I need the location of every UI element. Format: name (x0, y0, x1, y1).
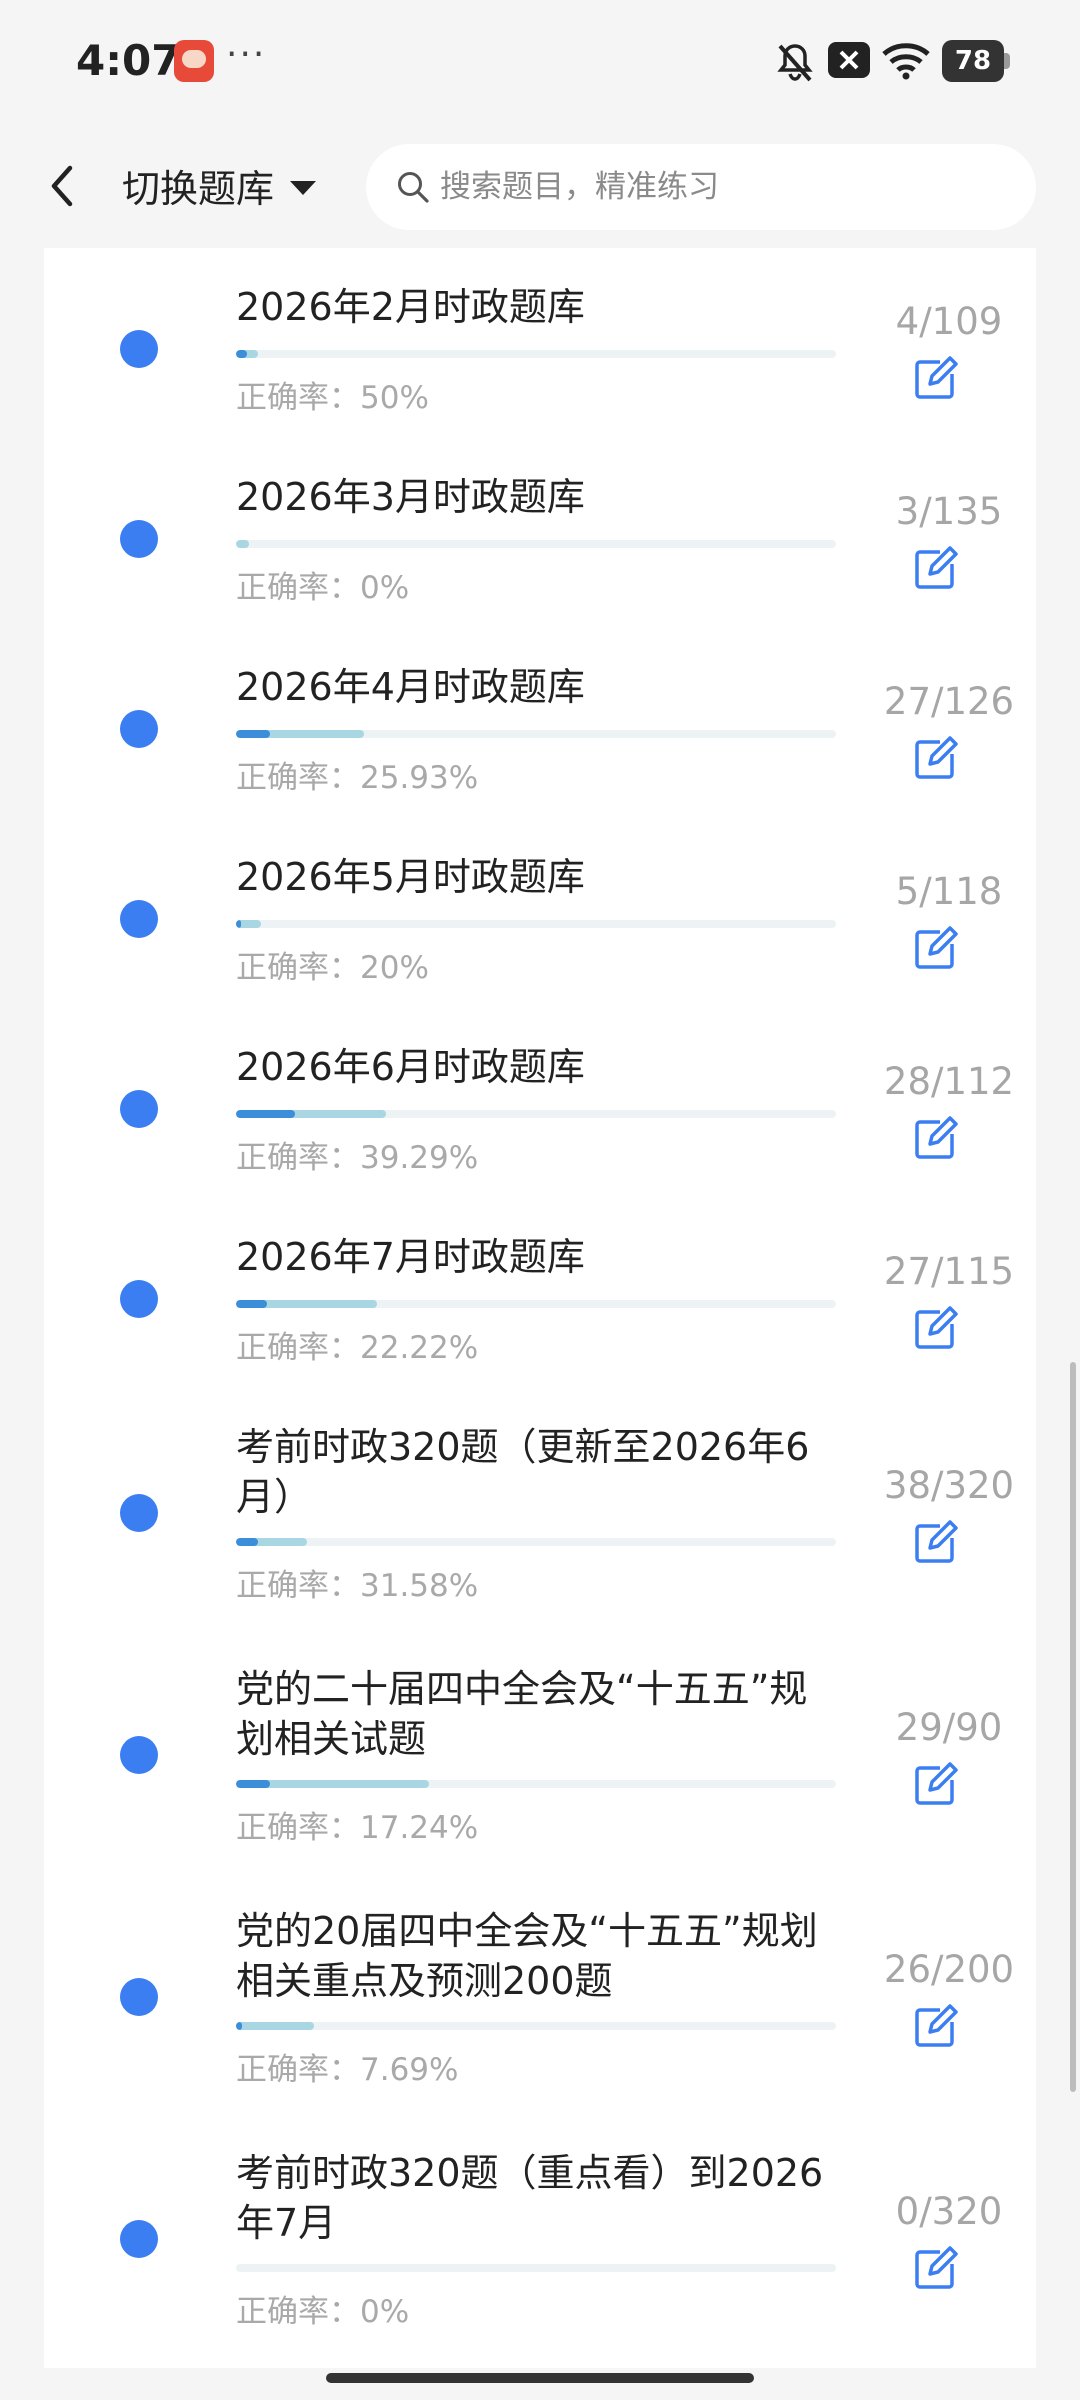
switch-bank-dropdown[interactable]: 切换题库 (122, 158, 317, 213)
item-title: 考前时政320题（重点看）到2026年7月 (236, 2151, 824, 2245)
switch-bank-label: 切换题库 (122, 167, 275, 211)
edit-icon[interactable] (912, 2004, 958, 2050)
edit-icon[interactable] (912, 1762, 958, 1808)
progress-bar (236, 1110, 836, 1118)
accuracy-text: 正确率：25.93% (236, 760, 479, 796)
accuracy-text: 正确率：31.58% (236, 1568, 479, 1604)
edit-icon[interactable] (912, 356, 958, 402)
wifi-icon (882, 43, 930, 80)
progress-count: 29/90 (895, 1706, 1003, 1749)
search-box[interactable] (366, 144, 1036, 230)
progress-correct (236, 920, 241, 928)
progress-correct (236, 1538, 259, 1546)
back-arrow-icon[interactable] (40, 156, 84, 216)
battery-tip (1004, 53, 1010, 69)
accuracy-text: 正确率：22.22% (236, 1330, 479, 1366)
progress-bar (236, 350, 836, 358)
progress-correct (236, 730, 270, 738)
scrollbar[interactable] (1070, 1362, 1076, 2092)
progress-done (236, 2022, 314, 2030)
progress-correct (236, 2022, 242, 2030)
status-dot (120, 1090, 158, 1128)
progress-bar (236, 920, 836, 928)
no-sim-icon (828, 42, 870, 78)
item-title: 2026年2月时政题库 (236, 285, 585, 329)
progress-bar (236, 2264, 836, 2272)
battery-icon: 78 (942, 40, 1004, 82)
edit-icon[interactable] (912, 736, 958, 782)
status-dot (120, 710, 158, 748)
item-title: 2026年3月时政题库 (236, 475, 585, 519)
progress-bar (236, 1538, 836, 1546)
accuracy-text: 正确率：50% (236, 380, 429, 416)
dropdown-triangle-icon (290, 180, 317, 195)
progress-bar (236, 730, 836, 738)
home-indicator[interactable] (326, 2373, 754, 2383)
progress-count: 4/109 (895, 300, 1003, 343)
progress-count: 0/320 (895, 2190, 1003, 2233)
edit-icon[interactable] (912, 1520, 958, 1566)
accuracy-text: 正确率：17.24% (236, 1810, 479, 1846)
edit-icon[interactable] (912, 1306, 958, 1352)
battery-level: 78 (954, 46, 992, 76)
item-title: 党的二十届四中全会及“十五五”规划相关试题 (236, 1667, 808, 1761)
progress-correct (236, 1300, 268, 1308)
status-dot (120, 1280, 158, 1318)
item-title: 2026年5月时政题库 (236, 855, 585, 899)
edit-icon[interactable] (912, 926, 958, 972)
status-dot (120, 1978, 158, 2016)
accuracy-text: 正确率：39.29% (236, 1140, 479, 1176)
edit-icon[interactable] (912, 546, 958, 592)
status-bar: 4:07 ··· 78 (0, 0, 1080, 128)
edit-icon[interactable] (912, 1116, 958, 1162)
mute-icon (777, 44, 813, 82)
item-title: 党的20届四中全会及“十五五”规划相关重点及预测200题 (236, 1909, 818, 2003)
progress-correct (236, 1110, 295, 1118)
top-bar: 切换题库 (0, 128, 1080, 248)
progress-bar (236, 1780, 836, 1788)
progress-count: 27/115 (883, 1250, 1015, 1293)
progress-count: 27/126 (883, 680, 1015, 723)
question-bank-list: 2026年2月时政题库 正确率：50% 4/109 2026年3月时政题库 正确… (44, 248, 1036, 2368)
status-dot (120, 900, 158, 938)
status-dot (120, 520, 158, 558)
progress-bar (236, 540, 836, 548)
item-title: 2026年7月时政题库 (236, 1235, 585, 1279)
accuracy-text: 正确率：20% (236, 950, 429, 986)
progress-count: 5/118 (895, 870, 1003, 913)
item-title: 2026年6月时政题库 (236, 1045, 585, 1089)
accuracy-text: 正确率：0% (236, 570, 410, 606)
status-dot (120, 330, 158, 368)
status-dot (120, 1736, 158, 1774)
progress-count: 28/112 (883, 1060, 1015, 1103)
status-dot (120, 2220, 158, 2258)
progress-done (236, 540, 250, 548)
search-icon (398, 172, 429, 203)
app-notification-icon (174, 40, 214, 82)
accuracy-text: 正确率：0% (236, 2294, 410, 2330)
item-title: 考前时政320题（更新至2026年6月） (236, 1425, 810, 1519)
status-time: 4:07 (76, 36, 181, 85)
more-notifications-icon: ··· (226, 34, 267, 75)
search-input[interactable] (438, 168, 1002, 206)
edit-icon[interactable] (912, 2246, 958, 2292)
progress-count: 26/200 (883, 1948, 1015, 1991)
progress-count: 38/320 (883, 1464, 1015, 1507)
progress-correct (236, 1780, 270, 1788)
accuracy-text: 正确率：7.69% (236, 2052, 459, 2088)
status-dot (120, 1494, 158, 1532)
progress-bar (236, 2022, 836, 2030)
progress-bar (236, 1300, 836, 1308)
progress-correct (236, 350, 247, 358)
progress-count: 3/135 (895, 490, 1003, 533)
item-title: 2026年4月时政题库 (236, 665, 585, 709)
